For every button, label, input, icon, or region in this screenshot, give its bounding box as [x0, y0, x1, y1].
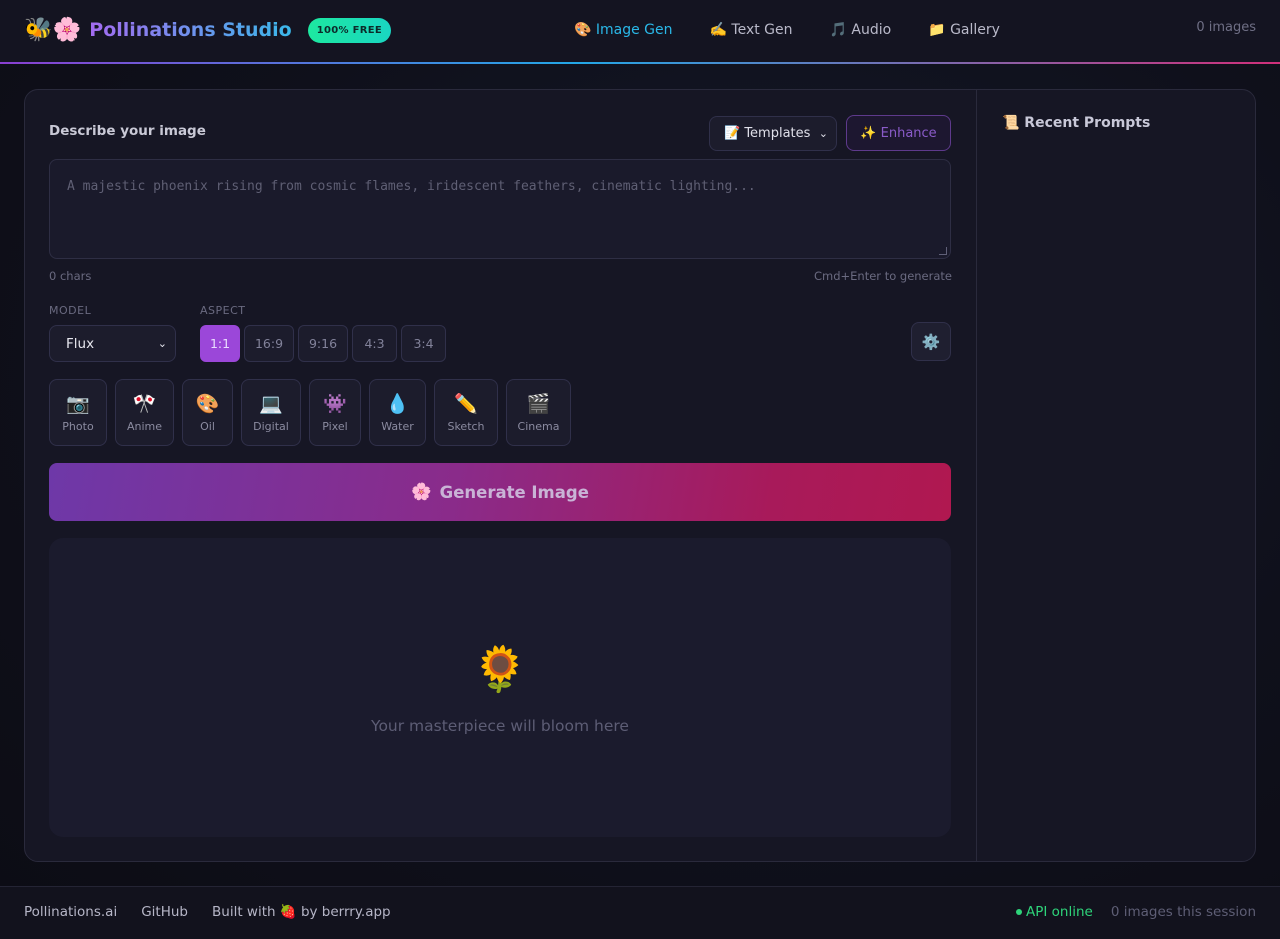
style-label: Oil [200, 420, 215, 433]
main-card: Describe your image 📝 Templates ⌄ ✨ Enha… [24, 89, 1256, 862]
style-sketch-button[interactable]: ✏️ Sketch [434, 379, 498, 446]
session-count: 0 images this session [1110, 904, 1256, 920]
image-count: 0 images [1196, 20, 1256, 35]
recent-prompts-title: 📜 Recent Prompts [1002, 115, 1151, 131]
clapperboard-icon: 🎬 [526, 393, 551, 415]
aspect-label: ASPECT [200, 304, 246, 317]
enhance-button[interactable]: ✨ Enhance [846, 115, 951, 151]
nav-gallery[interactable]: 📁 Gallery [928, 18, 1000, 42]
sunflower-icon: 🌻 [472, 644, 528, 695]
shortcut-hint: Cmd+Enter to generate [814, 269, 952, 283]
style-oil-button[interactable]: 🎨 Oil [182, 379, 233, 446]
api-status: API online [1016, 904, 1093, 920]
nav-text-gen[interactable]: ✍️ Text Gen [710, 18, 793, 42]
style-label: Anime [126, 420, 163, 433]
pencil-icon: ✏️ [454, 393, 478, 415]
model-label: MODEL [49, 304, 92, 317]
generate-label: Generate Image [439, 482, 589, 502]
model-select[interactable]: Flux ⌄ [49, 325, 176, 362]
app-title: Pollinations Studio [89, 14, 291, 46]
style-anime-button[interactable]: 🎌 Anime [115, 379, 174, 446]
palette-icon: 🎨 [195, 393, 220, 415]
style-photo-button[interactable]: 📷 Photo [49, 379, 107, 446]
style-label: Water [381, 420, 414, 433]
generate-image-button[interactable]: 🌸 Generate Image [49, 463, 951, 521]
footer-link-berrry[interactable]: Built with 🍓 by berrry.app [212, 904, 391, 920]
aspect-1-1-button[interactable]: 1:1 [200, 325, 240, 362]
templates-select[interactable]: 📝 Templates ⌄ [709, 116, 837, 151]
style-presets: 📷 Photo 🎌 Anime 🎨 Oil 💻 Digital 👾 Pixel … [49, 379, 579, 446]
style-water-button[interactable]: 💧 Water [369, 379, 426, 446]
footer-link-pollinations[interactable]: Pollinations.ai [24, 904, 117, 920]
style-pixel-button[interactable]: 👾 Pixel [309, 379, 361, 446]
status-dot-icon [1016, 909, 1022, 915]
style-digital-button[interactable]: 💻 Digital [241, 379, 301, 446]
api-status-label: API online [1026, 904, 1093, 920]
camera-icon: 📷 [66, 393, 90, 415]
style-label: Digital [253, 420, 289, 433]
style-label: Pixel [322, 420, 348, 433]
resize-handle-icon[interactable] [939, 247, 947, 255]
style-label: Photo [62, 420, 94, 433]
gear-icon: ⚙️ [921, 332, 941, 351]
describe-label: Describe your image [49, 123, 206, 139]
brand[interactable]: 🐝🌸 Pollinations Studio 100% FREE [24, 14, 391, 46]
footer-link-github[interactable]: GitHub [141, 904, 188, 920]
laptop-icon: 💻 [259, 393, 283, 415]
prompt-placeholder: A majestic phoenix rising from cosmic fl… [67, 179, 756, 194]
aspect-16-9-button[interactable]: 16:9 [244, 325, 294, 362]
nav-image-gen[interactable]: 🎨 Image Gen [574, 18, 673, 42]
chevron-down-icon: ⌄ [157, 337, 167, 350]
empty-state-text: Your masterpiece will bloom here [371, 717, 629, 735]
crossed-flags-icon: 🎌 [132, 393, 157, 415]
chevron-down-icon: ⌄ [818, 127, 828, 140]
flower-icon: 🌸 [411, 482, 432, 501]
header-gradient-divider [0, 62, 1280, 64]
settings-button[interactable]: ⚙️ [911, 322, 951, 361]
templates-label: 📝 Templates [724, 126, 811, 141]
bee-flower-logo-icon: 🐝🌸 [24, 17, 82, 43]
droplet-icon: 💧 [385, 393, 410, 415]
style-label: Cinema [517, 420, 560, 433]
aspect-options: 1:1 16:9 9:16 4:3 3:4 [200, 325, 450, 362]
editor-panel: Describe your image 📝 Templates ⌄ ✨ Enha… [25, 90, 976, 861]
style-label: Sketch [447, 420, 485, 433]
main-nav: 🎨 Image Gen ✍️ Text Gen 🎵 Audio 📁 Galler… [574, 18, 1037, 42]
char-count: 0 chars [49, 269, 92, 283]
app-footer: Pollinations.ai GitHub Built with 🍓 by b… [0, 886, 1280, 939]
app-header: 🐝🌸 Pollinations Studio 100% FREE 🎨 Image… [0, 0, 1280, 62]
aspect-4-3-button[interactable]: 4:3 [352, 325, 397, 362]
aspect-9-16-button[interactable]: 9:16 [298, 325, 348, 362]
aspect-3-4-button[interactable]: 3:4 [401, 325, 446, 362]
style-cinema-button[interactable]: 🎬 Cinema [506, 379, 571, 446]
image-output-canvas: 🌻 Your masterpiece will bloom here [49, 538, 951, 837]
model-value: Flux [66, 335, 95, 352]
prompt-textarea[interactable]: A majestic phoenix rising from cosmic fl… [49, 159, 951, 259]
free-badge: 100% FREE [307, 17, 391, 43]
footer-links: Pollinations.ai GitHub Built with 🍓 by b… [24, 904, 415, 920]
nav-audio[interactable]: 🎵 Audio [830, 18, 892, 42]
space-invader-icon: 👾 [323, 393, 347, 415]
recent-prompts-panel: 📜 Recent Prompts [976, 90, 1255, 861]
